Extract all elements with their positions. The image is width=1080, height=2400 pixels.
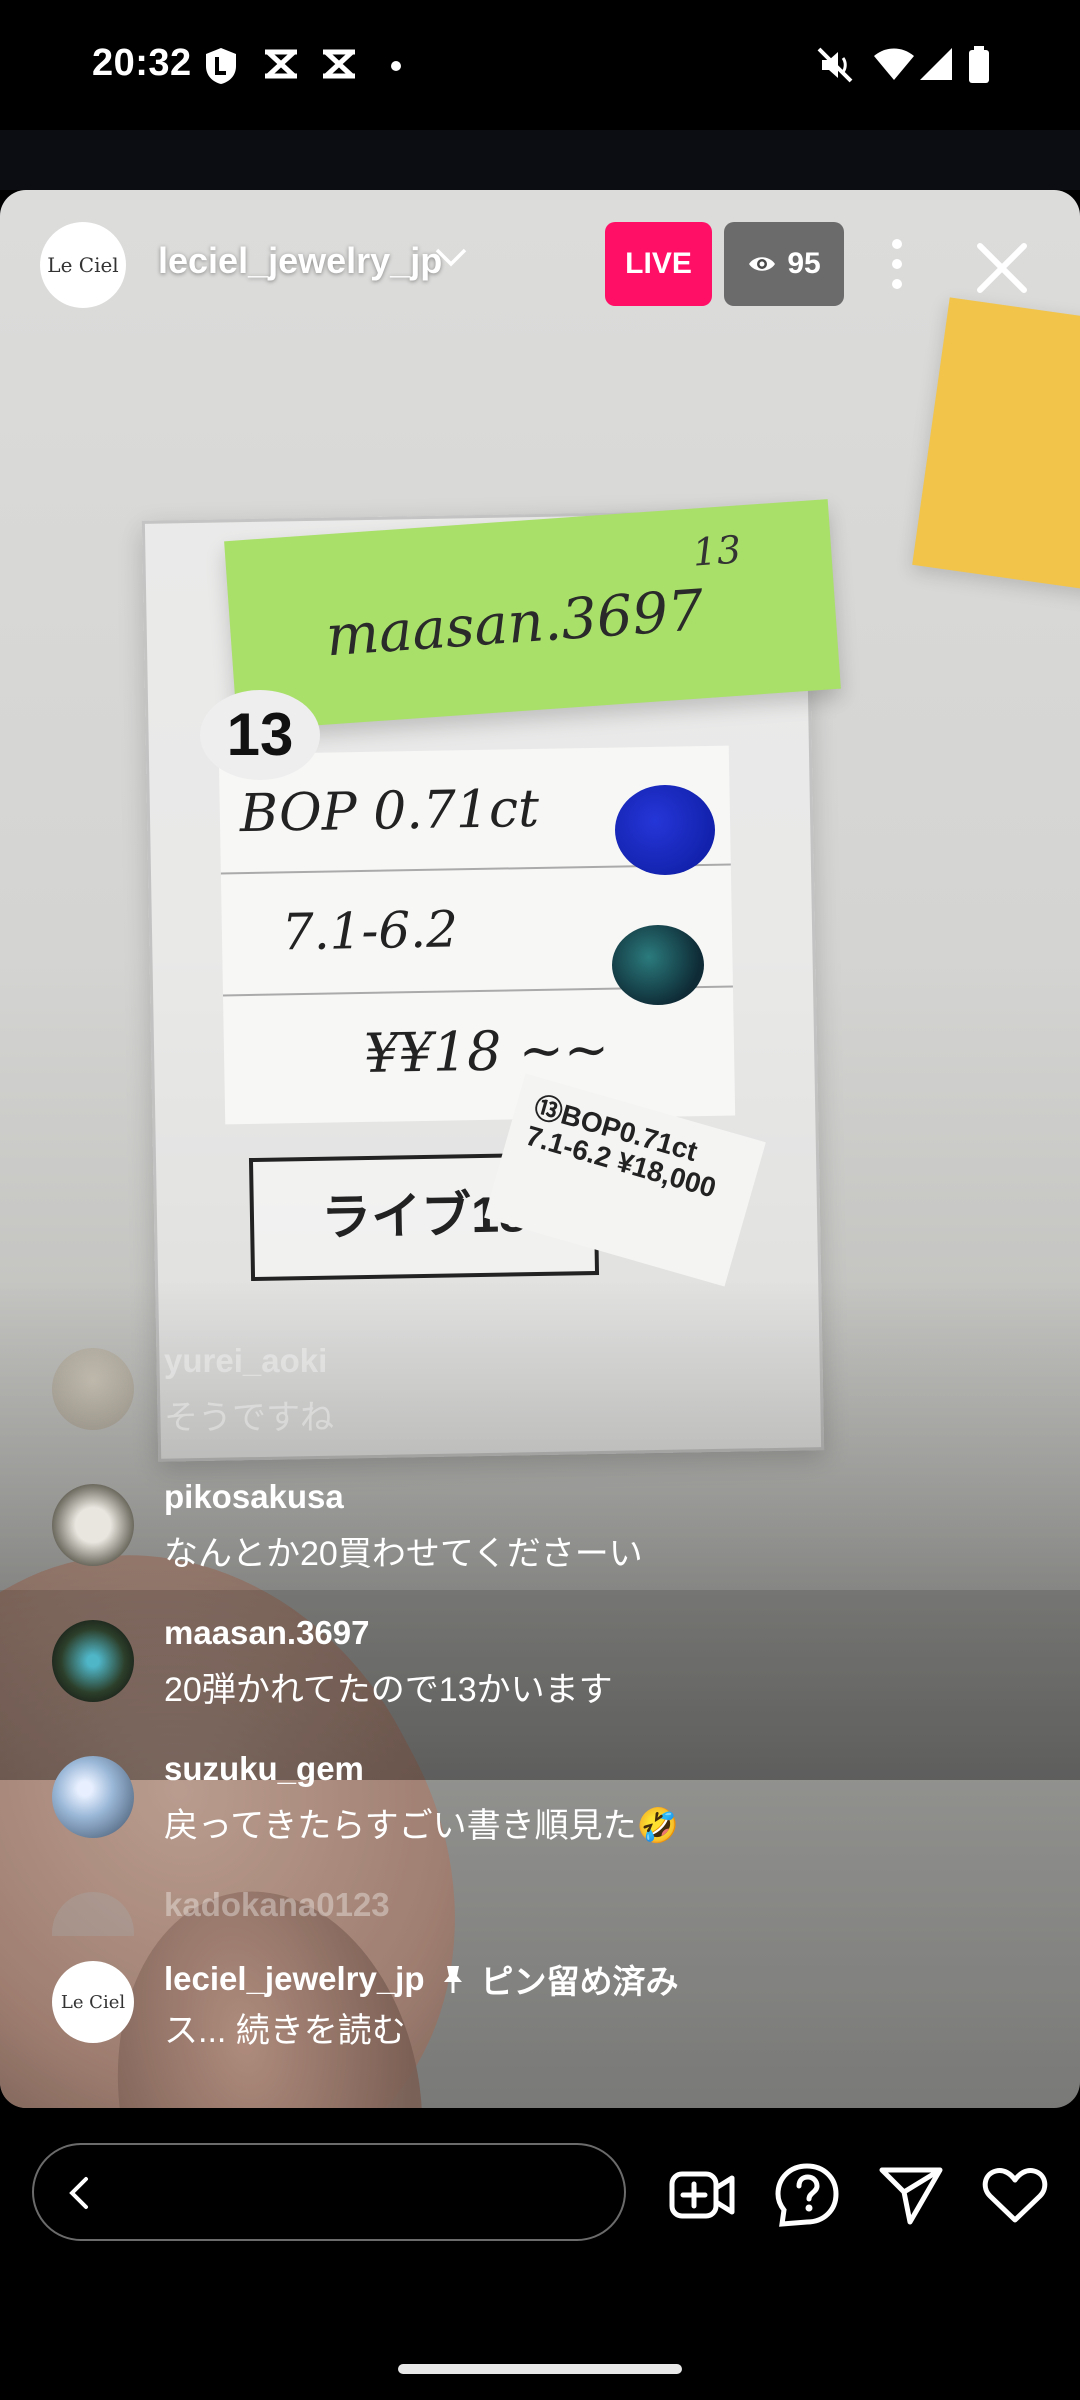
signal-icon (920, 48, 952, 80)
wifi-icon (874, 48, 914, 80)
send-icon[interactable] (876, 2160, 946, 2230)
viewer-count-badge[interactable]: 95 (724, 222, 844, 306)
comment-text: 戻ってきたらすごい書き順見た🤣 (164, 1807, 679, 1845)
home-indicator[interactable] (398, 2364, 682, 2374)
pinned-text[interactable]: ス... 続きを読む (164, 2003, 406, 2052)
status-time: 20:32 (92, 42, 192, 84)
pinned-comment[interactable]: Le Ciel leciel_jewelry_jp ピン留め済み ス... 続き… (52, 1955, 1052, 2075)
eye-icon (749, 257, 776, 271)
capcut-icon (265, 49, 297, 79)
comment-text: 20弾かれてたので13かいます (164, 1671, 613, 1709)
user-avatar[interactable] (52, 1348, 134, 1430)
comment-text: そうですね (164, 1399, 334, 1437)
user-avatar[interactable] (52, 1756, 134, 1838)
pin-label: ピン留め済み (480, 1963, 679, 2000)
battery-icon (969, 46, 989, 83)
chevron-down-icon[interactable] (433, 244, 469, 272)
comment-text: なんとか20買わせてくださーい (164, 1535, 643, 1573)
comment-item[interactable]: yurei_aoki そうですね (52, 1342, 1052, 1462)
tag-number: 13 (200, 690, 320, 780)
comment-item[interactable]: pikosakusa なんとか20買わせてくださーい (52, 1478, 1052, 1598)
label-line-2: 7.1-6.2 (281, 900, 459, 962)
pin-icon (443, 1966, 462, 1993)
green-note-text: maasan.3697 (323, 578, 706, 670)
pinned-user[interactable]: leciel_jewelry_jp (164, 1960, 425, 1998)
pinned-username[interactable]: leciel_jewelry_jp ピン留め済み (164, 1955, 679, 2003)
label-line-1: BOP 0.71ct (239, 778, 540, 845)
host-username[interactable]: leciel_jewelry_jp (158, 240, 442, 282)
comment-username[interactable]: pikosakusa (164, 1478, 344, 1516)
question-icon[interactable] (772, 2160, 842, 2230)
green-note-number: 13 (691, 527, 743, 575)
yellow-sticky-note (912, 297, 1080, 593)
top-band (0, 130, 1080, 190)
more-options-icon[interactable] (872, 234, 922, 294)
status-bar: 20:32 (0, 0, 1080, 130)
opal-stone (612, 925, 704, 1005)
dot-icon (391, 61, 401, 71)
blue-stone (615, 785, 715, 875)
label-line-3: ¥¥18 ~~ (363, 1017, 610, 1085)
shield-l-icon (206, 48, 236, 84)
comment-username[interactable]: maasan.3697 (164, 1614, 370, 1652)
host-avatar[interactable]: Le Ciel (40, 222, 126, 308)
live-badge: LIVE (605, 222, 712, 306)
comment-item[interactable]: suzuku_gem 戻ってきたらすごい書き順見た🤣 (52, 1750, 1052, 1870)
capcut-icon (323, 49, 355, 79)
comment-input[interactable] (32, 2143, 626, 2241)
user-avatar[interactable] (52, 1484, 134, 1566)
viewer-count: 95 (787, 247, 821, 280)
user-avatar[interactable] (52, 1620, 134, 1702)
host-avatar-small[interactable]: Le Ciel (52, 1961, 134, 2043)
heart-icon[interactable] (980, 2160, 1050, 2230)
close-icon[interactable] (972, 238, 1032, 298)
mute-icon (817, 47, 853, 83)
comment-username[interactable]: kadokana0123 (164, 1886, 390, 1924)
comment-username[interactable]: yurei_aoki (164, 1342, 327, 1380)
comment-item[interactable]: maasan.3697 20弾かれてたので13かいます (52, 1614, 1052, 1734)
comment-item[interactable]: kadokana0123 (52, 1886, 1052, 1936)
chevron-left-icon[interactable] (64, 2173, 94, 2213)
add-video-icon[interactable] (668, 2160, 738, 2230)
comment-username[interactable]: suzuku_gem (164, 1750, 364, 1788)
user-avatar[interactable] (52, 1892, 134, 1936)
